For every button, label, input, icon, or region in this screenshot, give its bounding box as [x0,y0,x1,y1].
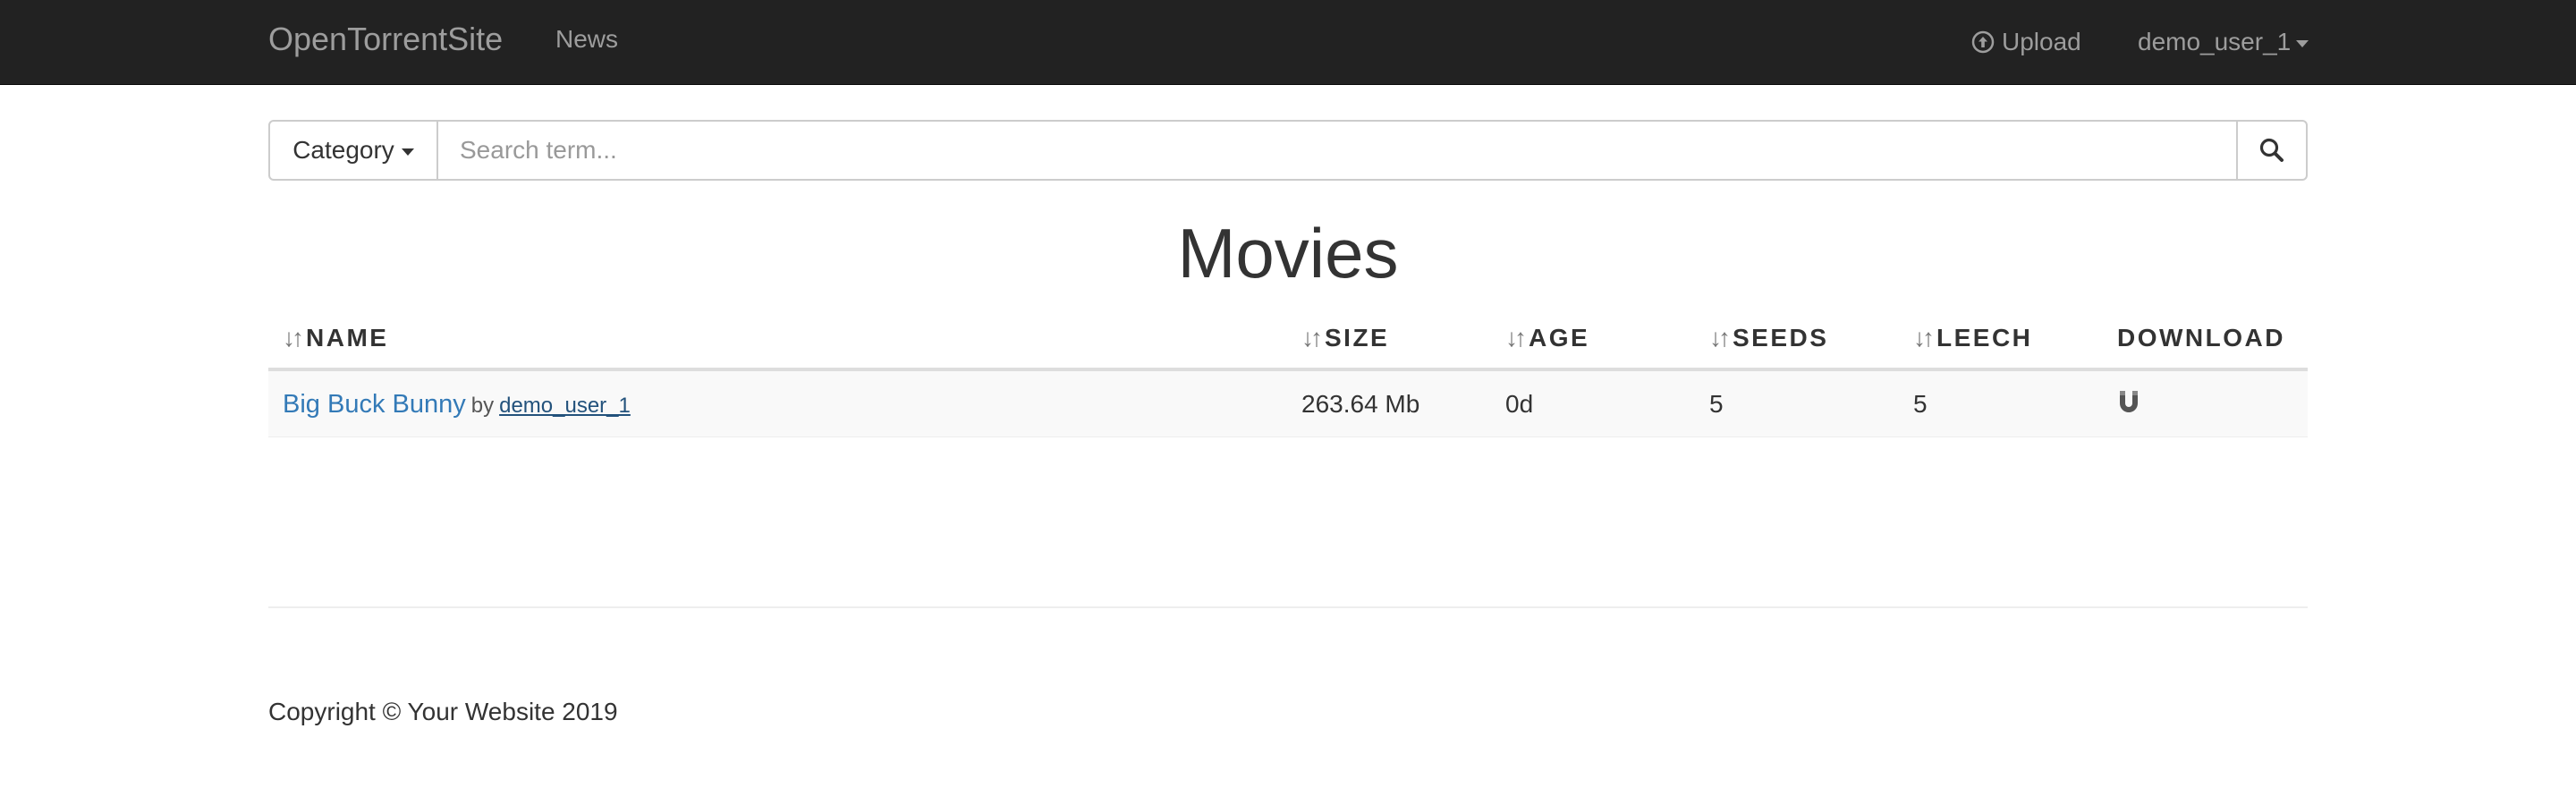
caret-down-icon [2296,40,2309,47]
column-header-label: SIZE [1325,324,1390,352]
cell-age: 0d [1505,390,1534,418]
torrent-table: ↓↑ NAME ↓↑ SIZE ↓↑ AGE ↓↑ SEEDS ↓↑ LEECH… [268,309,2308,437]
search-bar: Category [268,120,2308,181]
torrent-name-link[interactable]: Big Buck Bunny [283,390,466,419]
nav-upload-label: Upload [2002,28,2081,55]
column-header-label: AGE [1529,324,1590,352]
search-input[interactable] [438,120,2236,181]
table-row: Big Buck Bunny by demo_user_1 263.64 Mb 0d… [268,371,2308,437]
nav-news-link[interactable]: News [555,0,618,84]
user-menu-label: demo_user_1 [2138,28,2292,55]
by-label: by [470,394,495,418]
cell-seeds: 5 [1709,390,1724,418]
column-header-label: LEECH [1936,324,2033,352]
uploader-link[interactable]: demo_user_1 [499,394,631,418]
cell-leech: 5 [1913,390,1928,418]
footer-divider [268,606,2308,608]
column-header-label: DOWNLOAD [2117,324,2285,352]
category-dropdown-button[interactable]: Category [268,120,438,181]
cell-size: 263.64 Mb [1301,390,1420,418]
sort-arrows-icon: ↓↑ [1301,324,1323,352]
column-header-leech[interactable]: ↓↑ LEECH [1913,309,2032,368]
column-header-label: SEEDS [1733,324,1829,352]
search-button[interactable] [2236,120,2308,181]
sort-arrows-icon: ↓↑ [1913,324,1935,352]
upload-circle-icon [1971,30,1995,54]
cell-name: Big Buck Bunny by demo_user_1 [283,371,631,436]
page-title: Movies [1177,214,1399,292]
search-icon [2259,138,2284,162]
column-header-age[interactable]: ↓↑ AGE [1505,309,1589,368]
category-label: Category [292,136,394,164]
table-header: ↓↑ NAME ↓↑ SIZE ↓↑ AGE ↓↑ SEEDS ↓↑ LEECH… [268,309,2308,371]
column-header-name[interactable]: ↓↑ NAME [283,309,388,368]
user-menu-dropdown[interactable]: demo_user_1 [2138,0,2309,84]
column-header-label: NAME [306,324,389,352]
caret-down-icon [401,148,414,156]
column-header-download: DOWNLOAD [2117,309,2285,368]
nav-upload-link[interactable]: Upload [1971,0,2081,84]
footer-copyright: Copyright © Your Website 2019 [268,698,618,725]
sort-arrows-icon: ↓↑ [1505,324,1527,352]
top-navbar: OpenTorrentSite News Upload demo_user_1 [0,0,2576,85]
brand-link[interactable]: OpenTorrentSite [268,0,503,84]
sort-arrows-icon: ↓↑ [1709,324,1731,352]
magnet-icon[interactable] [2117,389,2140,416]
column-header-size[interactable]: ↓↑ SIZE [1301,309,1389,368]
sort-arrows-icon: ↓↑ [283,324,304,352]
column-header-seeds[interactable]: ↓↑ SEEDS [1709,309,1828,368]
